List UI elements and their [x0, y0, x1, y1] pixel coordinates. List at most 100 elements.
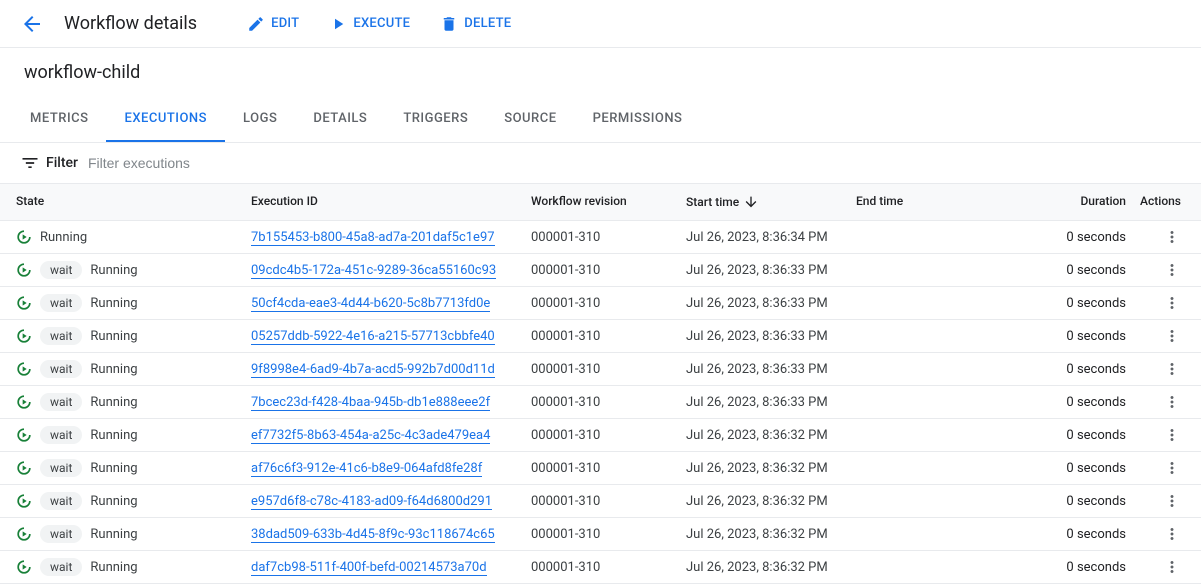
row-actions-button[interactable]	[1126, 327, 1181, 345]
start-time-cell: Jul 26, 2023, 8:36:32 PM	[686, 560, 856, 575]
execution-id-cell: 38dad509-633b-4d45-8f9c-93c118674c65	[251, 527, 531, 542]
row-actions-button[interactable]	[1126, 261, 1181, 279]
row-actions-button[interactable]	[1126, 393, 1181, 411]
table-row: wait Running e957d6f8-c78c-4183-ad09-f64…	[0, 485, 1201, 518]
execution-id-cell: 9f8998e4-6ad9-4b7a-acd5-992b7d00d11d	[251, 362, 531, 377]
more-vert-icon	[1163, 327, 1181, 345]
more-vert-icon	[1163, 459, 1181, 477]
revision-cell: 000001-310	[531, 494, 686, 509]
state-text: Running	[90, 527, 137, 542]
more-vert-icon	[1163, 228, 1181, 246]
revision-cell: 000001-310	[531, 428, 686, 443]
running-icon	[16, 526, 32, 542]
state-cell: wait Running	[16, 393, 251, 411]
start-time-cell: Jul 26, 2023, 8:36:33 PM	[686, 263, 856, 278]
row-actions-button[interactable]	[1126, 360, 1181, 378]
pencil-icon	[247, 15, 265, 33]
state-cell: wait Running	[16, 360, 251, 378]
more-vert-icon	[1163, 426, 1181, 444]
running-icon	[16, 460, 32, 476]
execute-button[interactable]: EXECUTE	[329, 15, 410, 33]
state-cell: wait Running	[16, 492, 251, 510]
table-row: wait Running af76c6f3-912e-41c6-b8e9-064…	[0, 452, 1201, 485]
table-row: wait Running daf7cb98-511f-400f-befd-002…	[0, 551, 1201, 584]
execution-id-link[interactable]: 09cdc4b5-172a-451c-9289-36ca55160c93	[251, 263, 496, 279]
execution-id-link[interactable]: af76c6f3-912e-41c6-b8e9-064afd8fe28f	[251, 461, 482, 477]
page-title: Workflow details	[64, 13, 197, 34]
tab-executions[interactable]: EXECUTIONS	[106, 97, 225, 142]
execution-id-link[interactable]: e957d6f8-c78c-4183-ad09-f64d6800d291	[251, 494, 492, 510]
row-actions-button[interactable]	[1126, 228, 1181, 246]
duration-cell: 0 seconds	[1006, 494, 1126, 509]
execute-label: EXECUTE	[353, 16, 410, 31]
duration-cell: 0 seconds	[1006, 428, 1126, 443]
execution-id-link[interactable]: 05257ddb-5922-4e16-a215-57713cbbfe40	[251, 329, 495, 345]
execution-id-link[interactable]: 7bcec23d-f428-4baa-945b-db1e888eee2f	[251, 395, 490, 411]
row-actions-button[interactable]	[1126, 426, 1181, 444]
row-actions-button[interactable]	[1126, 558, 1181, 576]
start-time-cell: Jul 26, 2023, 8:36:34 PM	[686, 230, 856, 245]
row-actions-button[interactable]	[1126, 459, 1181, 477]
state-cell: Running	[16, 229, 251, 245]
state-cell: wait Running	[16, 261, 251, 279]
edit-button[interactable]: EDIT	[247, 15, 299, 33]
row-actions-button[interactable]	[1126, 525, 1181, 543]
more-vert-icon	[1163, 492, 1181, 510]
filter-input[interactable]	[88, 155, 1181, 171]
state-text: Running	[90, 560, 137, 575]
execution-id-link[interactable]: 7b155453-b800-45a8-ad7a-201daf5c1e97	[251, 230, 495, 246]
action-buttons: EDIT EXECUTE DELETE	[247, 15, 511, 33]
execution-id-link[interactable]: ef7732f5-8b63-454a-a25c-4c3ade479ea4	[251, 428, 490, 444]
tab-metrics[interactable]: METRICS	[12, 97, 106, 142]
executions-table-body: Running 7b155453-b800-45a8-ad7a-201daf5c…	[0, 221, 1201, 584]
state-text: Running	[90, 428, 137, 443]
running-icon	[16, 229, 32, 245]
row-actions-button[interactable]	[1126, 492, 1181, 510]
start-time-cell: Jul 26, 2023, 8:36:33 PM	[686, 296, 856, 311]
row-actions-button[interactable]	[1126, 294, 1181, 312]
running-icon	[16, 493, 32, 509]
state-text: Running	[90, 263, 137, 278]
tab-triggers[interactable]: TRIGGERS	[385, 97, 486, 142]
back-arrow-icon[interactable]	[20, 12, 44, 36]
revision-cell: 000001-310	[531, 395, 686, 410]
more-vert-icon	[1163, 393, 1181, 411]
state-cell: wait Running	[16, 327, 251, 345]
wait-badge: wait	[40, 525, 82, 543]
tab-permissions[interactable]: PERMISSIONS	[575, 97, 701, 142]
wait-badge: wait	[40, 459, 82, 477]
sort-desc-icon	[743, 194, 759, 210]
execution-id-cell: ef7732f5-8b63-454a-a25c-4c3ade479ea4	[251, 428, 531, 443]
state-text: Running	[90, 395, 137, 410]
workflow-name: workflow-child	[0, 48, 1201, 97]
state-cell: wait Running	[16, 426, 251, 444]
wait-badge: wait	[40, 492, 82, 510]
header-revision[interactable]: Workflow revision	[531, 194, 686, 210]
tab-details[interactable]: DETAILS	[295, 97, 385, 142]
execution-id-link[interactable]: 50cf4cda-eae3-4d44-b620-5c8b7713fd0e	[251, 296, 490, 312]
wait-badge: wait	[40, 393, 82, 411]
tab-logs[interactable]: LOGS	[225, 97, 295, 142]
table-row: wait Running 05257ddb-5922-4e16-a215-577…	[0, 320, 1201, 353]
start-time-cell: Jul 26, 2023, 8:36:33 PM	[686, 329, 856, 344]
header-state[interactable]: State	[16, 194, 251, 210]
delete-label: DELETE	[464, 16, 511, 31]
tab-source[interactable]: SOURCE	[486, 97, 574, 142]
header-start-time[interactable]: Start time	[686, 194, 856, 210]
execution-id-link[interactable]: daf7cb98-511f-400f-befd-00214573a70d	[251, 560, 487, 576]
header-duration[interactable]: Duration	[1006, 194, 1126, 210]
delete-button[interactable]: DELETE	[440, 15, 511, 33]
duration-cell: 0 seconds	[1006, 329, 1126, 344]
trash-icon	[440, 15, 458, 33]
wait-badge: wait	[40, 558, 82, 576]
execution-id-cell: 09cdc4b5-172a-451c-9289-36ca55160c93	[251, 263, 531, 278]
revision-cell: 000001-310	[531, 362, 686, 377]
filter-text: Filter	[46, 155, 78, 171]
execution-id-link[interactable]: 9f8998e4-6ad9-4b7a-acd5-992b7d00d11d	[251, 362, 495, 378]
filter-icon	[20, 153, 40, 173]
state-text: Running	[90, 296, 137, 311]
duration-cell: 0 seconds	[1006, 362, 1126, 377]
header-end-time[interactable]: End time	[856, 194, 1006, 210]
header-execution-id[interactable]: Execution ID	[251, 194, 531, 210]
duration-cell: 0 seconds	[1006, 527, 1126, 542]
